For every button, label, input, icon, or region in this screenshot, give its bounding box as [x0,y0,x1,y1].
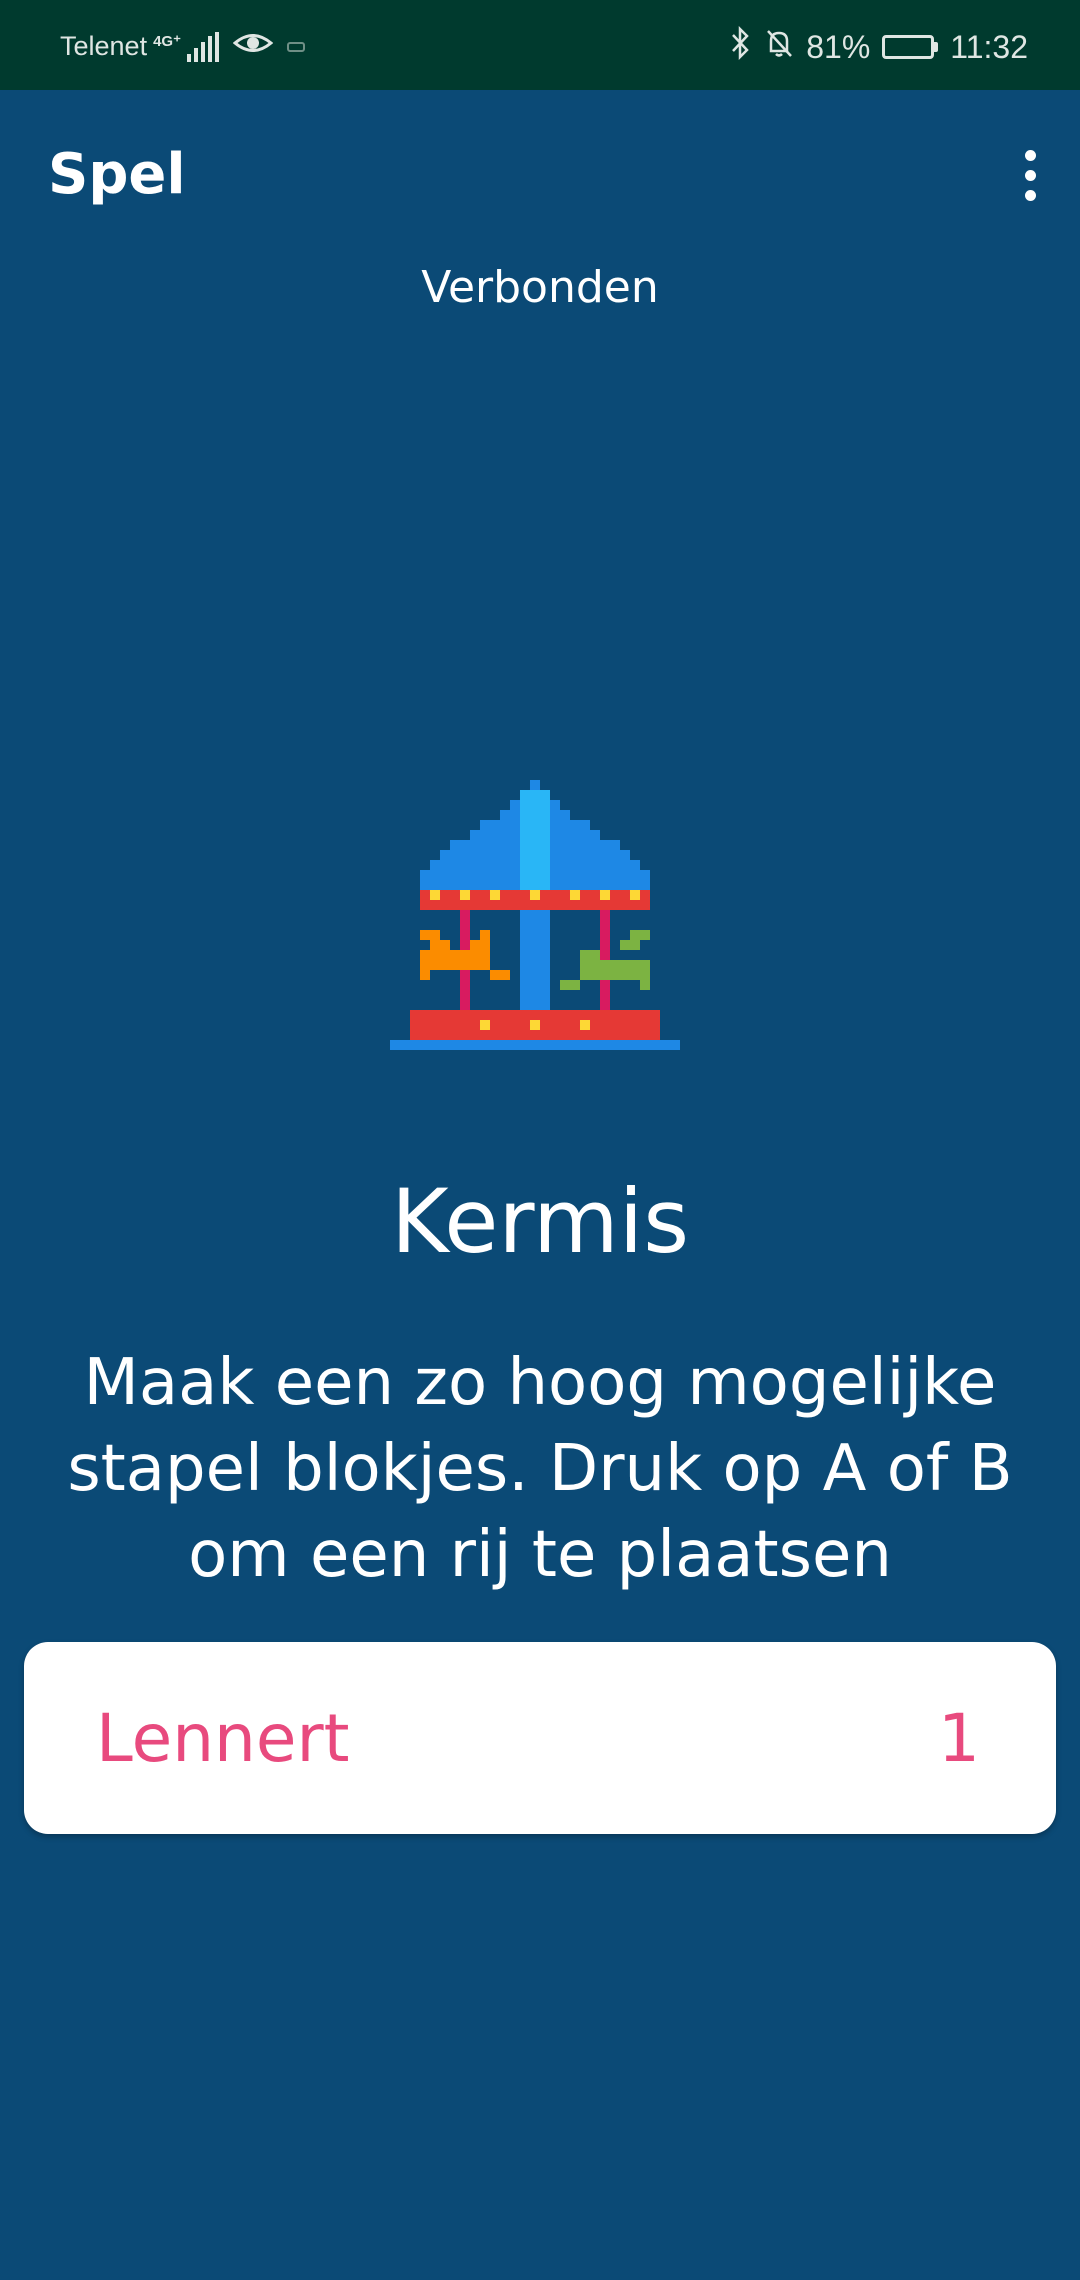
app-title: Spel [48,142,186,207]
bell-muted-icon [764,27,794,67]
player-score: 1 [938,1700,980,1777]
player-row[interactable]: Lennert 1 [24,1642,1056,1834]
battery-percent: 81% [806,28,871,65]
status-bar-right: 81% 11:32 [730,25,1028,68]
connection-status: Verbonden [421,262,659,313]
carrier-label: Telenet [60,31,148,61]
battery-icon [882,35,939,59]
app-bar: Spel [0,90,1080,260]
clock: 11:32 [950,28,1028,65]
status-bar-left: Telenet 4G⁺ [60,28,307,65]
player-name: Lennert [96,1700,350,1777]
status-bar: Telenet 4G⁺ 81% 11:32 [0,0,1080,90]
eye-icon [232,28,274,65]
network-type-label: 4G⁺ [153,32,182,50]
bluetooth-icon [730,25,752,68]
carousel-icon [380,780,690,1094]
signal-icon [187,31,220,62]
notification-icon [285,31,307,62]
game-description: Maak een zo hoog mogelijke stapel blokje… [67,1346,1013,1592]
overflow-menu-icon[interactable] [998,140,1062,210]
game-title: Kermis [390,1170,690,1273]
